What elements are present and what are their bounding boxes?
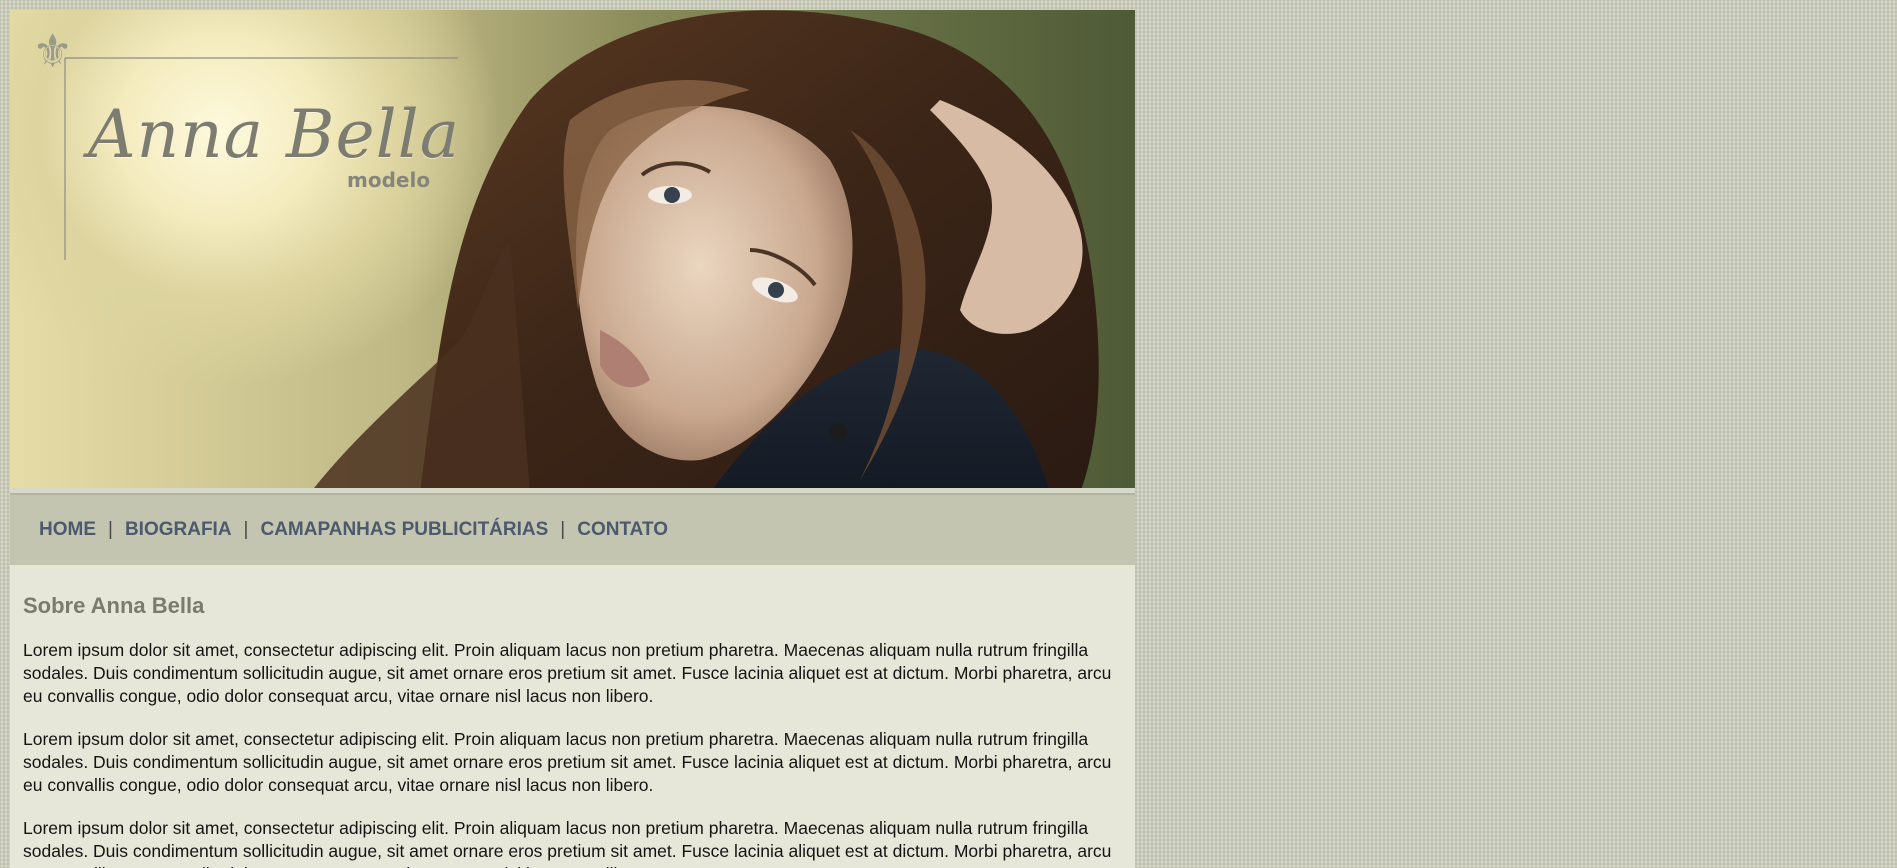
paragraph: Lorem ipsum dolor sit amet, consectetur … bbox=[23, 640, 1112, 706]
header-banner: ⚜ Anna Bella modelo bbox=[10, 10, 1135, 493]
page-container: ⚜ Anna Bella modelo HOME | BIOGRAFIA | C… bbox=[10, 10, 1135, 868]
paragraph: Lorem ipsum dolor sit amet, consectetur … bbox=[23, 729, 1112, 795]
nav-item-contato[interactable]: CONTATO bbox=[577, 519, 668, 541]
paragraph: Lorem ipsum dolor sit amet, consectetur … bbox=[23, 818, 1112, 868]
logo-title: Anna Bella bbox=[88, 96, 461, 173]
page-heading: Sobre Anna Bella bbox=[23, 593, 205, 618]
nav-item-campanhas[interactable]: CAMAPANHAS PUBLICITÁRIAS bbox=[260, 519, 548, 541]
nav-separator: | bbox=[108, 519, 113, 540]
main-navigation: HOME | BIOGRAFIA | CAMAPANHAS PUBLICITÁR… bbox=[10, 493, 1135, 565]
main-content: Sobre Anna Bella Lorem ipsum dolor sit a… bbox=[10, 565, 1135, 868]
nav-separator: | bbox=[243, 519, 249, 540]
fleur-de-lis-icon: ⚜ bbox=[32, 24, 74, 78]
logo-subtitle: modelo bbox=[347, 168, 431, 192]
model-photo bbox=[10, 10, 1135, 493]
nav-item-biografia[interactable]: BIOGRAFIA bbox=[125, 519, 232, 541]
nav-separator: | bbox=[560, 519, 566, 540]
nav-item-home[interactable]: HOME bbox=[39, 519, 96, 541]
